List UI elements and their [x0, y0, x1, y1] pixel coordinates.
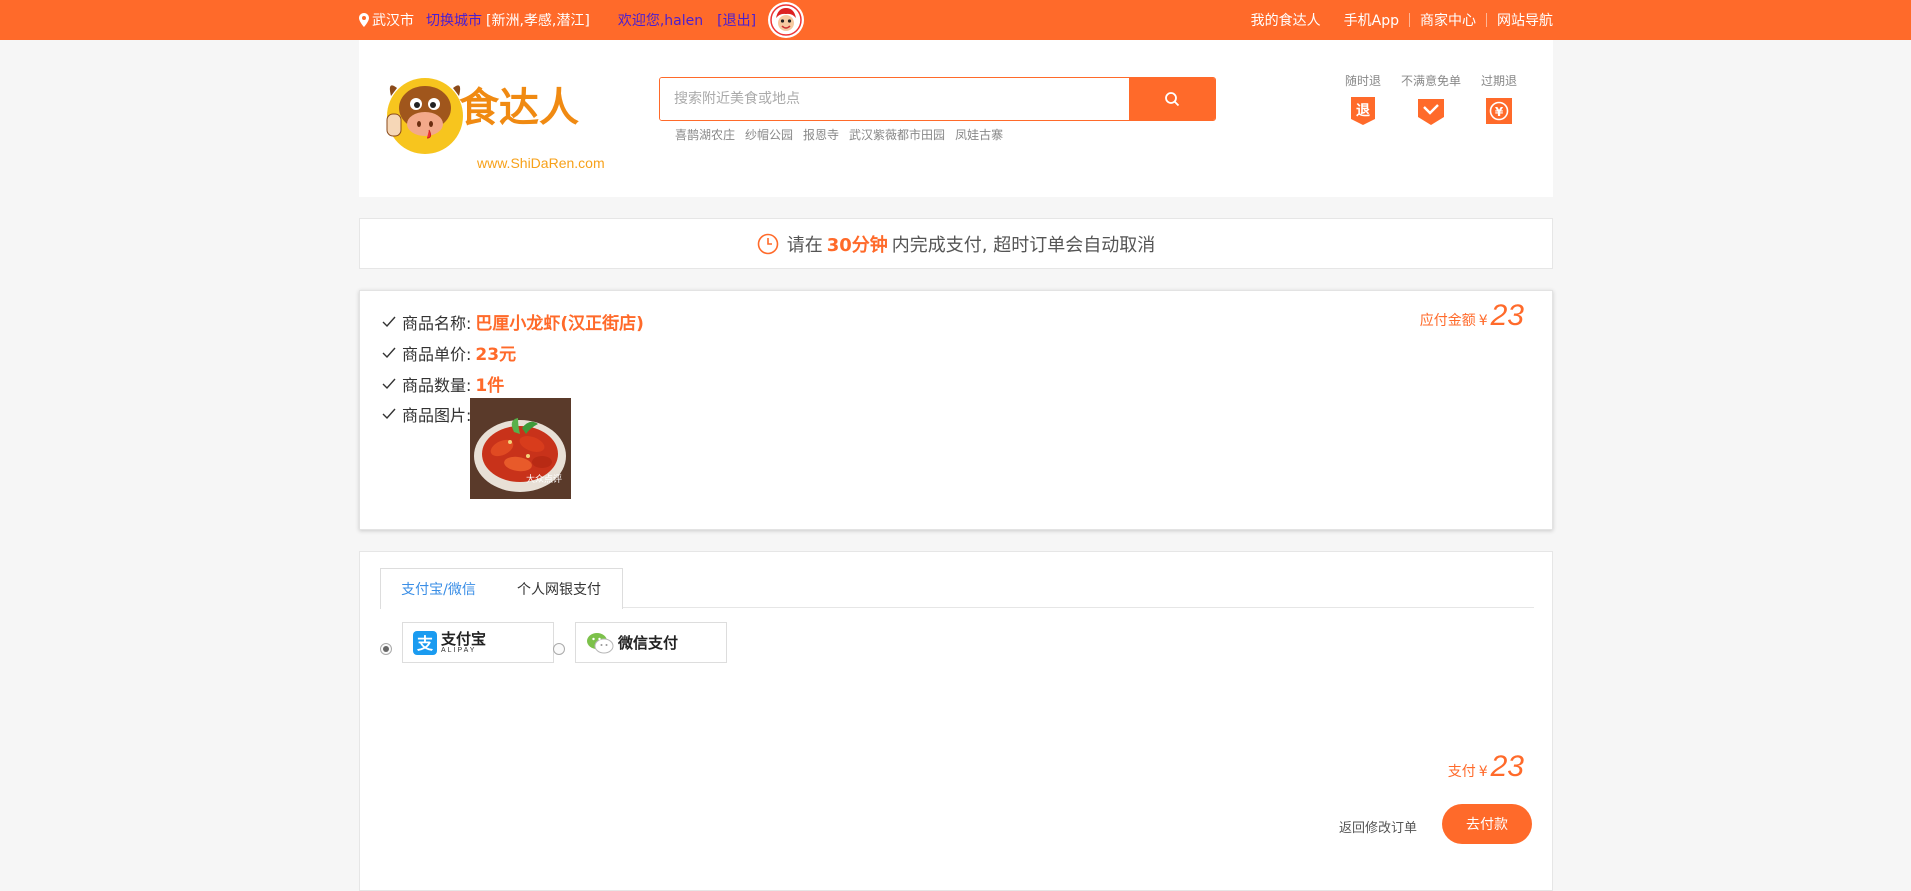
guarantee-refund-expired: 过期退 ¥	[1465, 72, 1533, 128]
order-image-row: 商品图片:	[382, 402, 471, 426]
divider	[1486, 13, 1487, 27]
alipay-option[interactable]: 支 支付宝 ALIPAY	[380, 622, 554, 663]
order-name-row: 商品名称: 巴厘小龙虾(汉正街店)	[382, 309, 644, 334]
divider	[1409, 13, 1410, 27]
check-icon	[382, 378, 396, 389]
search-button[interactable]	[1129, 78, 1215, 120]
alipay-logo-box[interactable]: 支 支付宝 ALIPAY	[402, 622, 554, 663]
guarantee-refund-anytime: 随时退 退	[1329, 72, 1397, 128]
quantity: 1件	[475, 376, 505, 396]
wechat-name: 微信支付	[618, 634, 679, 652]
hot-link[interactable]: 凤娃古寨	[955, 126, 1003, 143]
switch-city-link[interactable]: 切换城市	[426, 10, 482, 30]
payment-total-value: 23	[1490, 750, 1524, 783]
cow-mascot-logo: 食达人	[386, 78, 579, 154]
logo-text: 食达人	[459, 85, 579, 131]
svg-text:退: 退	[1356, 103, 1370, 119]
go-pay-button[interactable]: 去付款	[1442, 804, 1532, 844]
hot-link[interactable]: 武汉紫薇都市田园	[849, 126, 945, 143]
check-icon	[382, 347, 396, 358]
product-image: 大众点评	[470, 398, 571, 499]
timer-suffix: 内完成支付, 超时订单会自动取消	[891, 234, 1156, 256]
order-qty-row: 商品数量: 1件	[382, 371, 504, 396]
check-icon	[382, 408, 396, 420]
order-price-row: 商品单价: 23元	[382, 340, 516, 365]
tab-online-banking[interactable]: 个人网银支付	[496, 568, 623, 609]
product-name: 巴厘小龙虾(汉正街店)	[475, 314, 644, 334]
svg-text:支: 支	[416, 634, 434, 653]
site-logo[interactable]: 食达人 www.ShiDaRen.com	[383, 66, 613, 171]
image-watermark: 大众点评	[526, 473, 562, 485]
crayfish-dish-image: 大众点评	[470, 398, 571, 499]
search-input[interactable]	[660, 78, 1130, 120]
my-account-link[interactable]: 我的食达人	[1251, 10, 1321, 30]
amount-due-value: 23	[1490, 299, 1524, 332]
payment-timer-notice: 请在 30分钟 内完成支付, 超时订单会自动取消	[359, 218, 1553, 269]
wechat-radio[interactable]	[553, 642, 565, 655]
alipay-icon: 支	[413, 630, 437, 655]
amount-due: 应付金额 ¥ 23	[1419, 299, 1524, 332]
payment-total: 支付 ¥ 23	[1447, 750, 1524, 783]
back-to-edit-order-link[interactable]: 返回修改订单	[1339, 817, 1417, 836]
wechat-option[interactable]: 微信支付	[553, 622, 727, 663]
nearby-cities[interactable]: [新洲,孝感,潜江]	[486, 10, 590, 30]
tab-alipay-wechat[interactable]: 支付宝/微信	[380, 568, 497, 609]
payment-tabs: 支付宝/微信 个人网银支付	[380, 568, 1534, 609]
svg-text:¥: ¥	[1495, 105, 1504, 119]
timer-prefix: 请在	[786, 234, 823, 256]
hot-link[interactable]: 喜鹊湖农庄	[675, 126, 735, 143]
hot-link[interactable]: 报恩寺	[803, 126, 839, 143]
timer-duration: 30分钟	[826, 234, 888, 256]
monkey-avatar-icon	[770, 4, 802, 36]
search-box	[659, 77, 1216, 121]
wechat-icon	[587, 632, 614, 653]
current-city: 武汉市	[372, 13, 414, 29]
wechat-logo-box[interactable]: 微信支付	[575, 622, 727, 663]
search-icon	[1165, 92, 1180, 107]
payment-card: 支付宝/微信 个人网银支付 支 支付宝 ALIPAY 微信支付 支付 ¥ 23 …	[359, 551, 1553, 891]
guarantee-free-if-unsatisfied: 不满意免单	[1397, 72, 1465, 128]
avatar[interactable]	[768, 2, 805, 38]
header: 食达人 www.ShiDaRen.com 喜鹊湖农庄 纱帽公园 报恩寺 武汉紫薇…	[359, 40, 1553, 197]
clock-icon	[757, 233, 779, 254]
check-icon	[382, 316, 396, 327]
alipay-name: 支付宝	[441, 629, 487, 648]
hot-search-links: 喜鹊湖农庄 纱帽公园 报恩寺 武汉紫薇都市田园 凤娃古寨	[675, 126, 1013, 143]
location-pin-icon	[359, 13, 369, 27]
merchant-center-link[interactable]: 商家中心	[1420, 10, 1476, 30]
logo-url: www.ShiDaRen.com	[477, 155, 605, 171]
top-bar: 武汉市 切换城市 [新洲,孝感,潜江] 欢迎您,halen [退出] 我的食达人…	[0, 0, 1911, 40]
hot-link[interactable]: 纱帽公园	[745, 126, 793, 143]
welcome-text: 欢迎您,halen	[617, 13, 704, 29]
site-nav-link[interactable]: 网站导航	[1497, 10, 1553, 30]
alipay-sub: ALIPAY	[441, 646, 477, 654]
mobile-app-link[interactable]: 手机App	[1344, 10, 1399, 30]
logout-link[interactable]: [退出]	[717, 10, 756, 30]
service-guarantees: 随时退 退 不满意免单 过期退 ¥	[1329, 72, 1533, 128]
order-summary-card: 商品名称: 巴厘小龙虾(汉正街店) 商品单价: 23元 商品数量: 1件 商品图…	[359, 290, 1553, 530]
refund-icon: 退	[1351, 97, 1375, 125]
envelope-check-icon	[1418, 99, 1444, 125]
unit-price: 23元	[475, 345, 517, 365]
yuan-icon: ¥	[1486, 98, 1512, 124]
alipay-radio[interactable]	[380, 642, 392, 655]
